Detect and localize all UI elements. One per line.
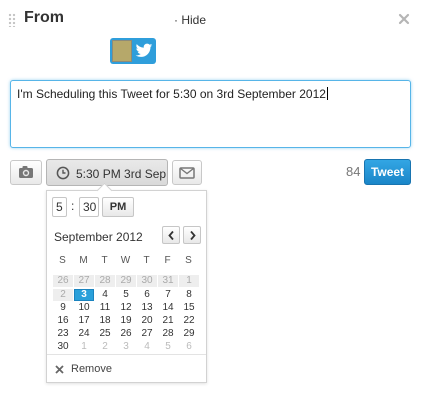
prev-month-button[interactable]	[162, 226, 180, 244]
calendar-day[interactable]: 4	[137, 341, 157, 353]
calendar-day[interactable]: 23	[53, 328, 73, 340]
calendar-day[interactable]: 16	[53, 315, 73, 327]
calendar-day[interactable]: 26	[116, 328, 136, 340]
calendar-day-selected[interactable]: 3	[74, 289, 94, 301]
chevron-left-icon	[168, 230, 174, 241]
twitter-bird-icon	[135, 43, 153, 57]
tweet-textarea[interactable]: I'm Scheduling this Tweet for 5:30 on 3r…	[10, 80, 411, 148]
calendar-day[interactable]: 9	[53, 302, 73, 314]
calendar-day[interactable]: 10	[74, 302, 94, 314]
mail-icon	[179, 167, 195, 179]
hide-link[interactable]: · Hide	[174, 13, 206, 27]
calendar-day[interactable]: 19	[116, 315, 136, 327]
calendar-day[interactable]: 3	[116, 341, 136, 353]
weekday-header: F	[164, 255, 171, 266]
calendar-day: 29	[116, 275, 136, 287]
month-label: September 2012	[54, 230, 143, 244]
calendar-day: 26	[53, 275, 73, 287]
calendar-day[interactable]: 12	[116, 302, 136, 314]
weekday-header: W	[120, 255, 131, 266]
clock-icon	[56, 166, 70, 180]
calendar-day[interactable]: 27	[137, 328, 157, 340]
avatar-image	[112, 40, 132, 62]
next-month-button[interactable]	[183, 226, 201, 244]
calendar-day[interactable]: 15	[179, 302, 199, 314]
text-caret	[326, 87, 328, 100]
weekday-header: T	[143, 255, 150, 266]
calendar-day[interactable]: 25	[95, 328, 115, 340]
weekday-header: T	[101, 255, 108, 266]
calendar-day[interactable]: 4	[95, 289, 115, 301]
weekday-header: S	[59, 255, 66, 266]
direct-message-button[interactable]	[172, 160, 202, 185]
calendar-day[interactable]: 6	[137, 289, 157, 301]
panel-title: From	[24, 9, 64, 26]
ampm-toggle[interactable]: PM	[102, 197, 134, 217]
remove-x-icon	[55, 365, 64, 374]
calendar-day[interactable]: 14	[158, 302, 178, 314]
tweet-text: I'm Scheduling this Tweet for 5:30 on 3r…	[17, 87, 326, 101]
calendar-day[interactable]: 13	[137, 302, 157, 314]
calendar-day: 31	[158, 275, 178, 287]
calendar-day: 2	[53, 289, 73, 301]
remove-label: Remove	[71, 363, 112, 375]
chevron-right-icon	[190, 230, 196, 241]
calendar-day[interactable]: 6	[179, 341, 199, 353]
schedule-popup: 5 : 30 PM September 2012 S M T W T F S 26 27 28 29…	[46, 182, 207, 383]
calendar-day[interactable]: 24	[74, 328, 94, 340]
close-icon[interactable]	[396, 11, 412, 27]
tweet-button[interactable]: Tweet	[364, 159, 411, 185]
calendar-day[interactable]: 28	[158, 328, 178, 340]
popup-divider	[47, 354, 206, 355]
calendar-day: 27	[74, 275, 94, 287]
calendar-day[interactable]: 1	[74, 341, 94, 353]
camera-icon	[19, 166, 33, 178]
weekday-header: S	[185, 255, 192, 266]
calendar-day[interactable]: 7	[158, 289, 178, 301]
calendar-day[interactable]: 11	[95, 302, 115, 314]
weekday-header: M	[79, 255, 88, 266]
calendar-day[interactable]: 29	[179, 328, 199, 340]
calendar-day[interactable]: 22	[179, 315, 199, 327]
calendar-day[interactable]: 5	[158, 341, 178, 353]
drag-handle-icon[interactable]	[8, 13, 16, 27]
calendar-day[interactable]: 21	[158, 315, 178, 327]
character-counter: 84	[346, 164, 361, 179]
calendar-day: 28	[95, 275, 115, 287]
schedule-label: 5:30 PM 3rd Sep	[76, 167, 167, 181]
calendar-day: 30	[137, 275, 157, 287]
calendar-day[interactable]: 2	[95, 341, 115, 353]
account-avatar[interactable]	[110, 38, 156, 64]
calendar-day[interactable]: 18	[95, 315, 115, 327]
calendar-day[interactable]: 5	[116, 289, 136, 301]
hour-input[interactable]: 5	[52, 197, 67, 217]
calendar-day[interactable]: 8	[179, 289, 199, 301]
time-separator: :	[71, 199, 75, 213]
schedule-button[interactable]: 5:30 PM 3rd Sep	[46, 159, 168, 186]
add-photo-button[interactable]	[10, 160, 42, 185]
calendar-day: 1	[179, 275, 199, 287]
calendar-day[interactable]: 30	[53, 341, 73, 353]
minute-input[interactable]: 30	[79, 197, 99, 217]
calendar-day[interactable]: 20	[137, 315, 157, 327]
calendar-day[interactable]: 17	[74, 315, 94, 327]
